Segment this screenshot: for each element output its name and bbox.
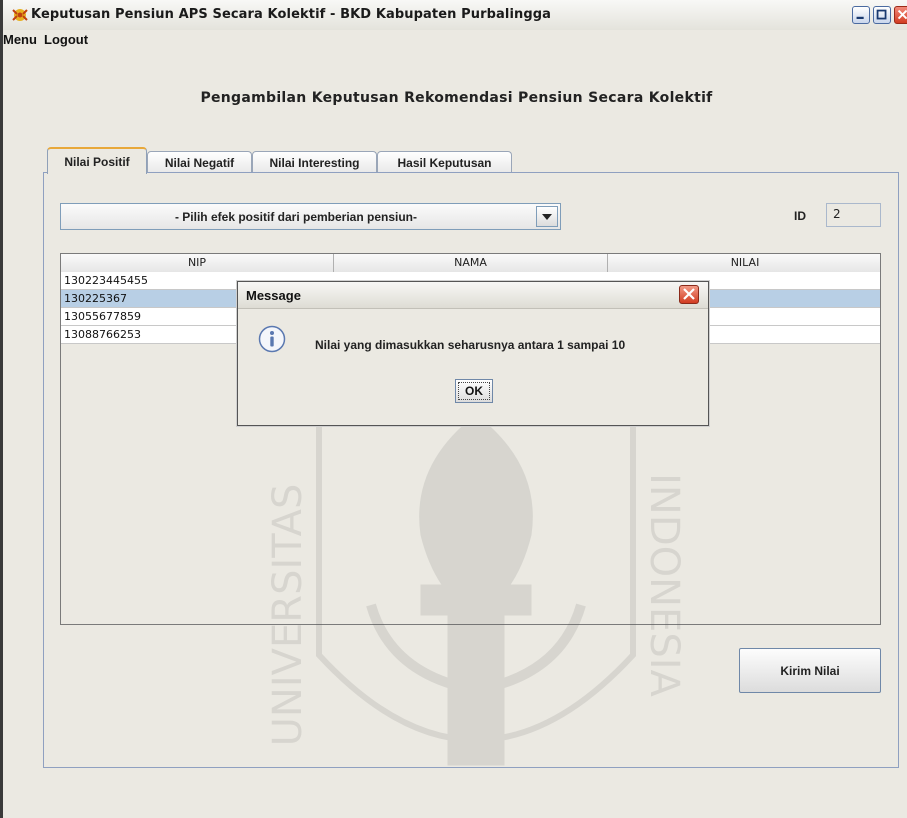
- minimize-icon: [856, 16, 864, 19]
- page-title: Pengambilan Keputusan Rekomendasi Pensiu…: [200, 90, 713, 106]
- tab-nilai-positif[interactable]: Nilai Positif: [47, 147, 147, 174]
- kirim-nilai-button[interactable]: Kirim Nilai: [739, 648, 881, 693]
- table-header: NIP NAMA NILAI: [61, 254, 880, 273]
- application-window: Keputusan Pensiun APS Secara Kolektif - …: [0, 0, 907, 818]
- close-button[interactable]: [894, 6, 907, 24]
- maximize-button[interactable]: [873, 6, 891, 24]
- minimize-button[interactable]: [852, 6, 870, 24]
- info-icon: [258, 325, 286, 353]
- title-bar[interactable]: Keputusan Pensiun APS Secara Kolektif - …: [3, 0, 907, 31]
- tab-nilai-negatif[interactable]: Nilai Negatif: [147, 151, 252, 173]
- maximize-icon: [876, 9, 887, 20]
- menu-item-menu[interactable]: Menu: [3, 32, 37, 47]
- close-icon: [897, 9, 907, 20]
- window-title: Keputusan Pensiun APS Secara Kolektif - …: [31, 7, 552, 22]
- menu-item-logout[interactable]: Logout: [44, 32, 88, 47]
- dialog-title: Message: [246, 288, 301, 303]
- close-icon: [683, 288, 695, 300]
- tab-nilai-interesting[interactable]: Nilai Interesting: [252, 151, 377, 173]
- column-header-nilai[interactable]: NILAI: [608, 254, 880, 272]
- tab-hasil-keputusan[interactable]: Hasil Keputusan: [377, 151, 512, 173]
- positive-effect-dropdown[interactable]: - Pilih efek positif dari pemberian pens…: [60, 203, 561, 230]
- column-header-nip[interactable]: NIP: [61, 254, 334, 272]
- app-icon: [12, 9, 28, 21]
- dialog-title-bar[interactable]: Message: [238, 282, 708, 309]
- dropdown-selected-value: - Pilih efek positif dari pemberian pens…: [174, 210, 418, 224]
- message-dialog: Message Nilai yang dimasukkan seharusnya…: [237, 281, 709, 426]
- chevron-down-icon: [542, 214, 552, 220]
- ok-button[interactable]: OK: [455, 379, 493, 403]
- id-label: ID: [794, 209, 806, 223]
- dialog-close-button[interactable]: [679, 285, 699, 304]
- column-header-nama[interactable]: NAMA: [334, 254, 608, 272]
- menu-bar: Menu Logout: [3, 30, 907, 50]
- dropdown-arrow-button[interactable]: [536, 206, 558, 227]
- dialog-message: Nilai yang dimasukkan seharusnya antara …: [315, 338, 626, 352]
- id-field[interactable]: 2: [826, 203, 881, 227]
